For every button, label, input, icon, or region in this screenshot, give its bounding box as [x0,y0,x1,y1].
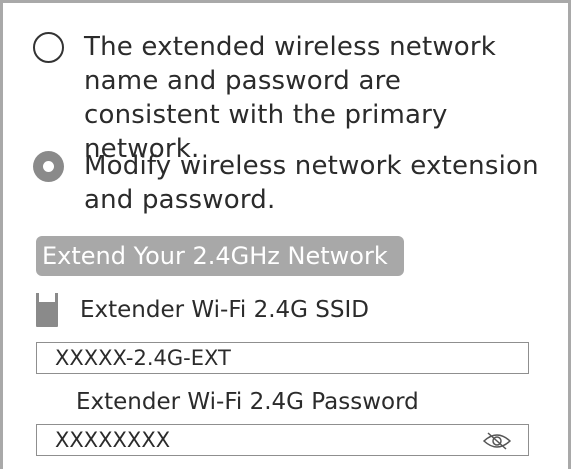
option-same-as-primary[interactable]: The extended wireless network name and p… [33,30,544,166]
option-modify-extension-label: Modify wireless network extension and pa… [84,151,539,215]
eye-slash-icon[interactable] [482,431,512,451]
ssid-input[interactable] [37,344,475,372]
password-input-box[interactable] [36,424,529,456]
ssid-input-box[interactable] [36,342,529,374]
radio-same-as-primary[interactable] [33,32,64,63]
option-modify-extension[interactable]: Modify wireless network extension and pa… [33,149,544,217]
password-input[interactable] [37,426,475,454]
ssid-label-row: Extender Wi-Fi 2.4G SSID [36,293,369,327]
ssid-label: Extender Wi-Fi 2.4G SSID [80,297,369,323]
wifi-extender-icon [36,293,58,327]
password-label: Extender Wi-Fi 2.4G Password [76,389,419,415]
settings-panel: The extended wireless network name and p… [0,0,571,469]
option-same-as-primary-label: The extended wireless network name and p… [84,32,497,164]
radio-modify-extension[interactable] [33,151,64,182]
section-header-2g: Extend Your 2.4GHz Network [36,236,404,276]
